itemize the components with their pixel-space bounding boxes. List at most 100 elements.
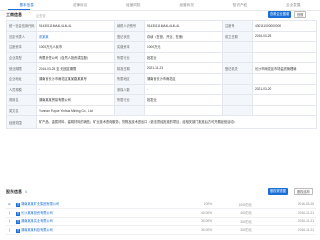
cell-text: 曾用名: [9, 98, 19, 103]
info-value[interactable]: 张某某: [36, 30, 115, 43]
equity-graph-button[interactable]: 股权穿透图: [268, 188, 288, 195]
cell-text: 有限责任公司（自然人投资或控股）: [39, 56, 90, 61]
cell-text: 注册号: [225, 24, 235, 29]
cell-text: 成立日期: [225, 34, 238, 39]
scope-row: 经营范围 矿产品、金属材料、建筑材料的销售；矿业技术咨询服务；货物及技术进出口（…: [6, 115, 317, 130]
cell-text: 批发业: [147, 56, 157, 61]
cell-text: 91430111MA4L4L4L4L: [147, 23, 180, 28]
holder-row[interactable]: ⊖ 企湖南某某矿业集团有限公司 100% 1000万元 2016-03-25: [6, 200, 316, 209]
info-label: 核准日期: [114, 62, 145, 74]
cell-text: 长沙市雨花区市场监督管理局: [255, 66, 297, 71]
legal-rep-link[interactable]: 张某某: [39, 35, 49, 39]
cell-text: 2021-03-20: [255, 87, 272, 92]
tab-development[interactable]: 企业发展: [267, 0, 320, 10]
cell-text: 存续（在营、开业、在册）: [147, 34, 186, 39]
view-graph-button[interactable]: 查看企业图谱: [268, 11, 292, 18]
info-label: 所属行业: [114, 51, 145, 64]
info-row: 英文名 Yunnan Fuyue Yinhua Mining Co., Ltd.: [6, 104, 317, 117]
cell-text: -: [147, 87, 149, 92]
info-label: 企业类型: [6, 51, 37, 64]
info-label: 成立日期: [222, 30, 253, 43]
business-info-table: 统一社会信用代码 91430111MA4L4L4L4L 纳税人识别号 91430111…: [6, 20, 317, 130]
holder-amount: 400万元: [214, 208, 254, 218]
tree-branch-icon: ├: [6, 225, 14, 235]
holder-amount: 300万元: [214, 217, 254, 226]
info-value: 2021-11-23: [144, 62, 223, 74]
expand-icon[interactable]: ⊖: [6, 200, 14, 209]
info-row: 注册资本 1000万元人民币 实缴资本 1000万元: [6, 41, 317, 53]
info-label: [114, 104, 145, 117]
cell-text: 91430111MA4L4L4L4L: [39, 23, 72, 28]
cell-text: 2016-03-25 至 无固定期限: [39, 66, 77, 71]
cell-text: 2021-11-23: [147, 66, 164, 71]
holder-row[interactable]: ├ 企湖南某某科技有限公司 30.00% 300万元 2016-11-21: [6, 225, 316, 235]
info-value: [252, 104, 317, 117]
info-value: [144, 104, 223, 117]
info-value: 批发业: [144, 51, 223, 64]
info-label: 纳税人识别号: [114, 20, 145, 32]
holder-table: ⊖ 企湖南某某矿业集团有限公司 100% 1000万元 2016-03-25 ├ 企长沙某某…: [6, 200, 316, 235]
tab-operation[interactable]: 经营状况: [160, 0, 213, 10]
tab-risk[interactable]: 经营风险: [107, 0, 160, 10]
holder-percent: 100%: [184, 200, 214, 209]
scope-text: 矿产品、金属材料、建筑材料的销售；矿业技术咨询服务；货物及技术进出口（依法须经批…: [36, 115, 317, 130]
info-value: 91430111MA4L4L4L4L: [144, 20, 223, 32]
cell-text: 2016-03-25: [255, 34, 272, 39]
equity-structure-button[interactable]: 股权结构: [294, 188, 313, 195]
info-row: 法定代表人 张某某 登记状态 存续（在营、开业、在册） 成立日期 2016-03-25: [6, 30, 317, 43]
cell-text: 参保人数: [117, 87, 130, 92]
cell-text: 统一社会信用代码: [9, 24, 35, 29]
holder-row[interactable]: ├ 企湖南某某实业有限公司 30.00% 300万元 2016-11-21: [6, 217, 316, 226]
cell-text: 430111000000000: [255, 23, 282, 28]
holder-row[interactable]: ├ 企长沙某某投资有限公司 40.00% 400万元 2016-11-21: [6, 208, 316, 218]
info-label: 参保人数: [114, 83, 145, 96]
info-value: -: [36, 83, 115, 96]
holder-date: 2016-11-21: [254, 225, 316, 235]
holder-name-link[interactable]: 湖南某某矿业集团有限公司: [21, 202, 59, 206]
info-value: 91430111MA4L4L4L4L: [36, 20, 115, 32]
info-value: 2021-03-20: [252, 83, 317, 96]
holder-name-link[interactable]: 长沙某某投资有限公司: [21, 211, 53, 215]
cell-text: 所属行业: [117, 98, 130, 103]
snapshot-button[interactable]: 快照: [294, 11, 307, 18]
holder-percent: 30.00%: [184, 217, 214, 226]
info-label: 曾用名: [6, 94, 37, 106]
cell-text: 人员规模: [9, 87, 22, 92]
info-value: 湖南某某贸易有限公司: [36, 94, 115, 106]
holder-name-link[interactable]: 湖南某某科技有限公司: [21, 228, 53, 232]
cell-text: 注册资本: [9, 45, 22, 50]
info-label: 所属地区: [114, 72, 145, 85]
info-row: 企业地址 湖南省长沙市雨花区某某路某某号 所属地区 湖南省长沙市雨花区: [6, 72, 317, 85]
cell-text: 企业地址: [9, 77, 22, 82]
info-value: 1000万元人民币: [36, 41, 115, 53]
info-value: 有限责任公司（自然人投资或控股）: [36, 51, 115, 64]
cell-text: 所属地区: [117, 77, 130, 82]
tab-legal[interactable]: 法律诉讼: [53, 0, 106, 10]
info-label: 英文名: [6, 104, 37, 117]
info-row: 统一社会信用代码 91430111MA4L4L4L4L 纳税人识别号 91430111…: [6, 20, 317, 32]
holder-name-cell: 企湖南某某科技有限公司: [14, 225, 184, 235]
holder-amount: 300万元: [214, 225, 254, 235]
info-label: [222, 51, 253, 64]
holder-name-cell: 企湖南某某矿业集团有限公司: [14, 200, 184, 209]
holder-section-header: 股东信息 4 股权穿透图 股权结构: [6, 188, 316, 197]
info-label: 人员规模: [6, 83, 37, 96]
info-label: 注册号: [222, 20, 253, 32]
info-value: 存续（在营、开业、在册）: [144, 30, 223, 43]
holder-date: 2016-03-25: [254, 200, 316, 209]
info-value: [252, 94, 317, 106]
cell-text: 实缴资本: [117, 45, 130, 50]
cell-text: 1000万元人民币: [39, 45, 63, 50]
holder-name-cell: 企湖南某某实业有限公司: [14, 217, 184, 226]
cell-text: 登记机关: [225, 66, 238, 71]
holder-name-link[interactable]: 湖南某某实业有限公司: [21, 219, 53, 223]
tab-bar: 基本信息 法律诉讼 经营风险 经营状况 知识产权 企业发展: [0, 0, 320, 11]
cell-text: 登记状态: [117, 34, 130, 39]
cell-text: 所属行业: [117, 56, 130, 61]
info-value: 2016-03-25: [252, 30, 317, 43]
cell-text: 核准日期: [117, 66, 130, 71]
scope-label: 经营范围: [6, 115, 37, 130]
holder-date: 2016-11-21: [254, 208, 316, 218]
info-value: 批发业: [144, 94, 223, 106]
tab-ip[interactable]: 知识产权: [213, 0, 266, 10]
